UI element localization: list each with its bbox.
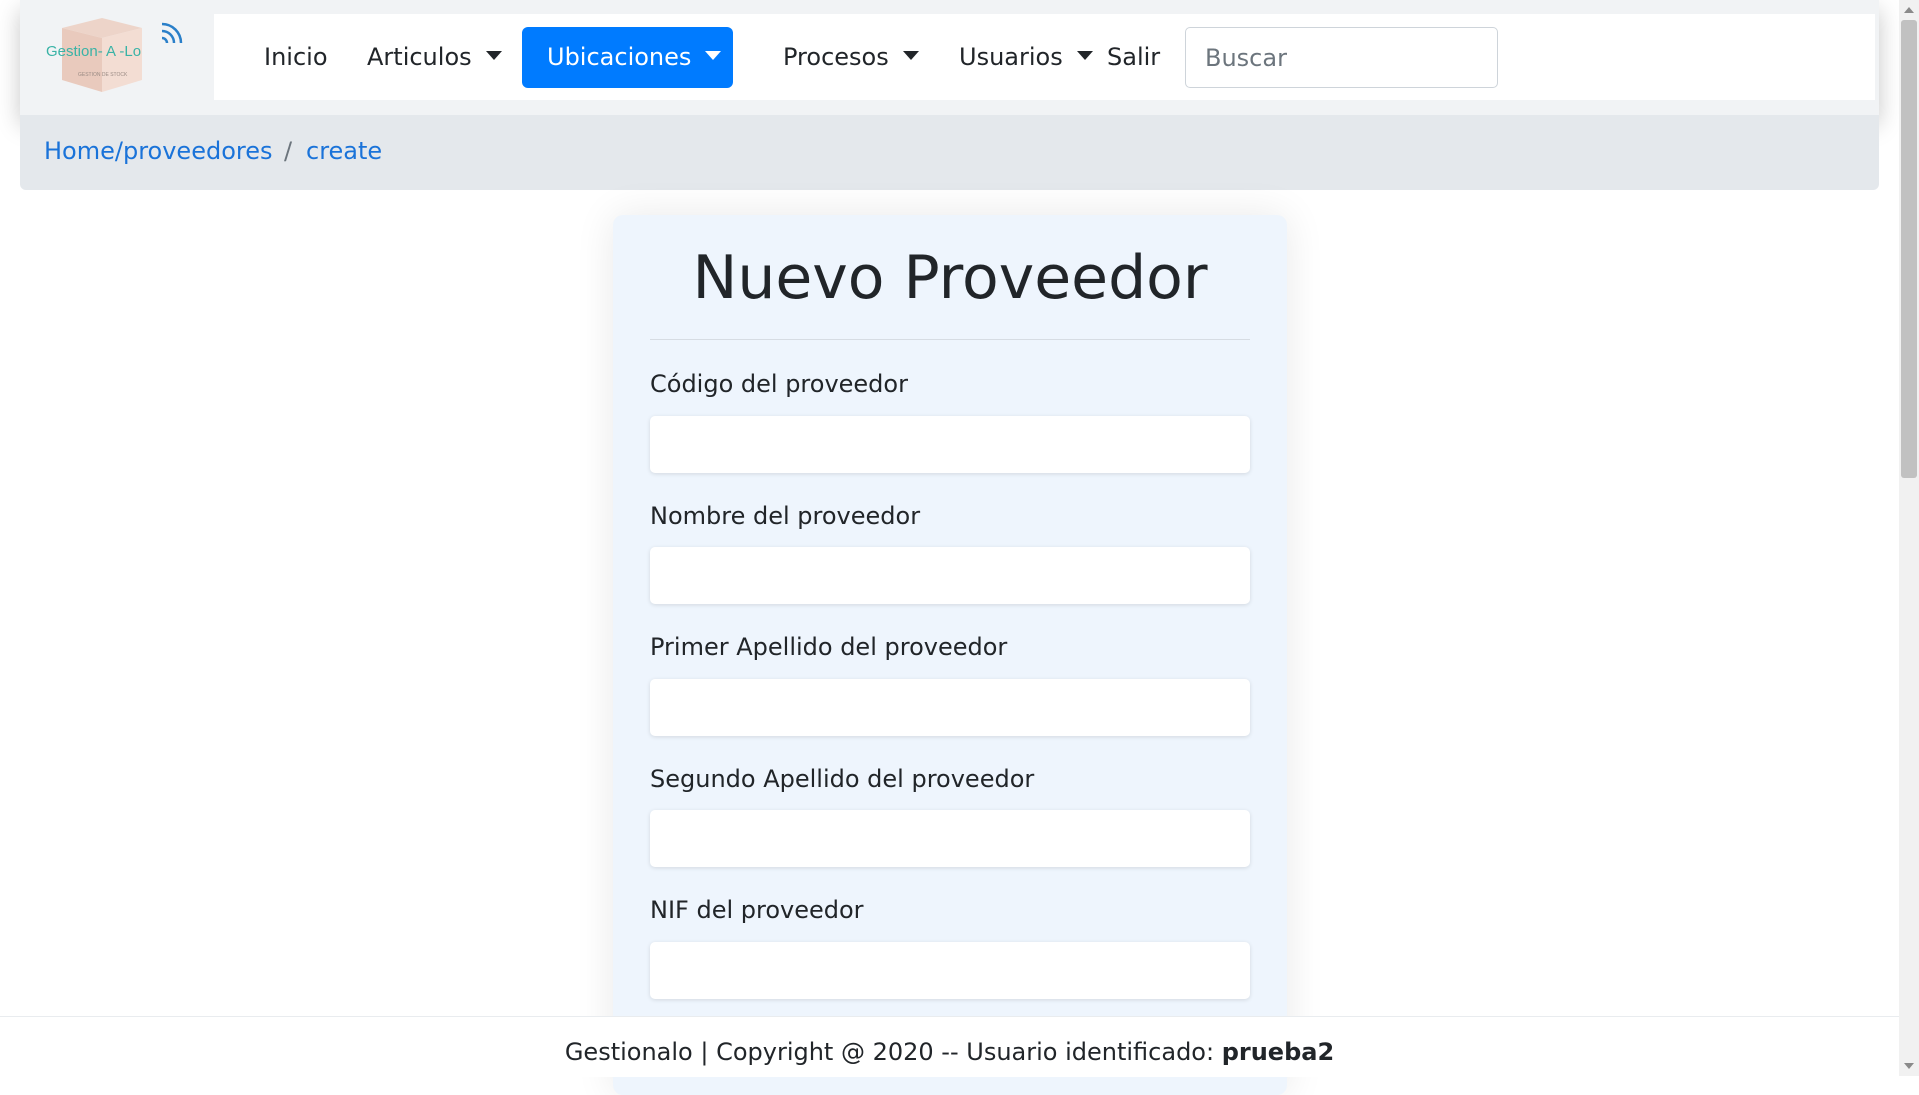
page: Gestion- A -Lo GESTION DE STOCK Inicio A… — [0, 0, 1899, 1095]
nav-salir-label: Salir — [1107, 43, 1161, 71]
supplier-form-card: Nuevo Proveedor Código del proveedor Nom… — [613, 215, 1287, 1095]
caret-down-icon — [705, 50, 722, 60]
header: Gestion- A -Lo GESTION DE STOCK Inicio A… — [20, 0, 1879, 115]
primer-apellido-label: Primer Apellido del proveedor — [650, 633, 1008, 661]
segundo-apellido-label: Segundo Apellido del proveedor — [650, 765, 1035, 793]
vertical-scrollbar[interactable] — [1899, 0, 1919, 1076]
breadcrumb-create[interactable]: create — [306, 137, 382, 165]
caret-down-icon — [485, 50, 502, 60]
breadcrumb-home-proveedores[interactable]: Home/proveedores — [44, 137, 272, 165]
page-title: Nuevo Proveedor — [692, 243, 1208, 313]
caret-down-icon — [902, 50, 919, 60]
svg-text:GESTION DE STOCK: GESTION DE STOCK — [78, 72, 128, 78]
nav-articulos-label: Articulos — [367, 43, 472, 71]
footer-copyright: Gestionalo | Copyright @ 2020 -- Usuario… — [564, 1038, 1222, 1066]
nif-label: NIF del proveedor — [650, 896, 864, 924]
breadcrumb: Home/proveedores / create — [20, 115, 1879, 190]
nav-usuarios-label: Usuarios — [959, 43, 1063, 71]
nav-ubicaciones-dropdown[interactable]: Ubicaciones — [522, 27, 733, 88]
nav-procesos-dropdown[interactable]: Procesos — [758, 27, 944, 88]
footer-username: prueba2 — [1221, 1038, 1335, 1066]
nav-procesos-label: Procesos — [783, 43, 889, 71]
footer: Gestionalo | Copyright @ 2020 -- Usuario… — [0, 1016, 1899, 1077]
breadcrumb-separator: / — [284, 137, 293, 165]
nav-inicio-label: Inicio — [264, 43, 328, 71]
codigo-label: Código del proveedor — [650, 370, 908, 398]
navbar: Inicio Articulos Ubicaciones Procesos Us… — [214, 14, 1875, 100]
nav-inicio[interactable]: Inicio — [239, 27, 353, 88]
scroll-up-icon[interactable] — [1904, 7, 1914, 13]
segundo-apellido-input[interactable] — [650, 810, 1250, 867]
nif-input[interactable] — [650, 942, 1250, 999]
nombre-input[interactable] — [650, 547, 1250, 604]
logo-icon: Gestion- A -Lo GESTION DE STOCK — [46, 18, 183, 92]
title-divider — [650, 339, 1250, 340]
scroll-down-icon[interactable] — [1904, 1063, 1914, 1069]
svg-text:Gestion- A -Lo: Gestion- A -Lo — [46, 43, 141, 60]
codigo-input[interactable] — [650, 416, 1250, 473]
logo[interactable]: Gestion- A -Lo GESTION DE STOCK — [44, 12, 194, 98]
wifi-icon — [161, 22, 183, 44]
nav-ubicaciones-label: Ubicaciones — [547, 43, 692, 71]
primer-apellido-input[interactable] — [650, 679, 1250, 736]
nav-articulos-dropdown[interactable]: Articulos — [342, 27, 527, 88]
nav-salir[interactable]: Salir — [1082, 27, 1185, 88]
search-input[interactable] — [1185, 27, 1498, 88]
scrollbar-thumb[interactable] — [1901, 20, 1917, 478]
nombre-label: Nombre del proveedor — [650, 502, 921, 530]
